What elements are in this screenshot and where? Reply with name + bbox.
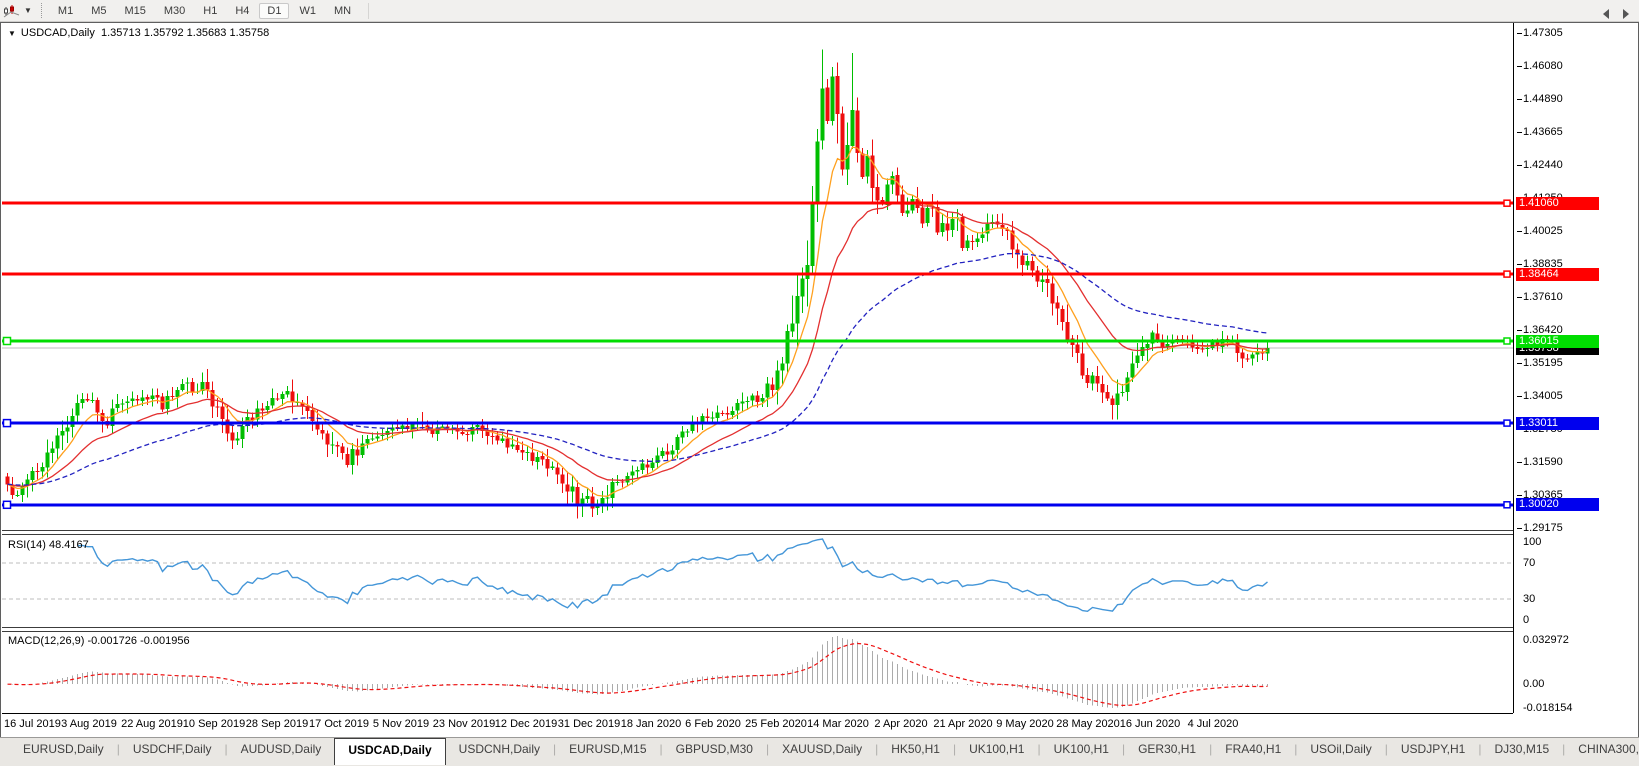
chart-tab-dj30[interactable]: DJ30,M15: [1481, 738, 1562, 764]
date-label: 18 Jan 2020: [621, 718, 682, 730]
pane-separator[interactable]: [2, 534, 1513, 535]
macd-scale-top: 0.032972: [1523, 634, 1569, 646]
date-label: 12 Dec 2019: [495, 718, 557, 730]
chart-title-symbol: USDCAD,Daily: [21, 27, 95, 39]
date-label: 31 Dec 2019: [558, 718, 620, 730]
toolbar-grip: [41, 3, 42, 18]
timeframe-button-h1[interactable]: H1: [195, 3, 225, 19]
hline-price-label: 1.30020: [1516, 498, 1599, 511]
date-label: 6 Feb 2020: [685, 718, 741, 730]
chart-tool-button[interactable]: ▼: [3, 4, 32, 18]
timeframe-button-h4[interactable]: H4: [227, 3, 257, 19]
date-label: 9 May 2020: [996, 718, 1053, 730]
date-label: 17 Oct 2019: [309, 718, 369, 730]
chart-tab-hk50[interactable]: HK50,H1: [878, 738, 953, 764]
toolbar-separator: [368, 3, 369, 19]
date-label: 4 Jul 2020: [1188, 718, 1239, 730]
timeframe-button-w1[interactable]: W1: [291, 3, 324, 19]
candlestick-chart-icon: [3, 4, 21, 18]
date-label: 16 Jul 2019: [4, 718, 61, 730]
chart-tab-usoil[interactable]: USOil,Daily: [1297, 738, 1384, 764]
price-tick: 1.43665: [1523, 126, 1563, 138]
chart-tab-eurusd[interactable]: EURUSD,M15: [556, 738, 659, 764]
macd-scale-bottom: -0.018154: [1523, 702, 1573, 714]
hline-price-label: 1.38464: [1516, 268, 1599, 281]
date-label: 21 Apr 2020: [933, 718, 992, 730]
rsi-scale-label: 100: [1523, 536, 1541, 548]
pane-separator[interactable]: [2, 530, 1513, 531]
chart-tab-eurusd[interactable]: EURUSD,Daily: [10, 738, 117, 764]
date-label: 25 Feb 2020: [745, 718, 807, 730]
date-label: 2 Apr 2020: [874, 718, 927, 730]
rsi-scale-label: 30: [1523, 593, 1535, 605]
timeframe-button-m1[interactable]: M1: [50, 3, 81, 19]
timeframe-button-d1[interactable]: D1: [259, 3, 289, 19]
rsi-pane-canvas[interactable]: [2, 536, 1513, 626]
date-label: 28 May 2020: [1056, 718, 1120, 730]
price-tick: 1.37610: [1523, 291, 1563, 303]
price-tick: 1.35195: [1523, 357, 1563, 369]
chart-tab-fra40[interactable]: FRA40,H1: [1212, 738, 1294, 764]
macd-label: MACD(12,26,9) -0.001726 -0.001956: [8, 635, 190, 647]
date-label: 5 Nov 2019: [373, 718, 429, 730]
chart-tab-usdjpy[interactable]: USDJPY,H1: [1388, 738, 1478, 764]
timeframe-buttons: M1M5M15M30H1H4D1W1MN: [49, 3, 360, 19]
chart-tab-uk100[interactable]: UK100,H1: [1041, 738, 1122, 764]
chart-tab-usdcad[interactable]: USDCAD,Daily: [334, 738, 445, 765]
rsi-label: RSI(14) 48.4167: [8, 539, 89, 551]
date-label: 3 Aug 2019: [61, 718, 117, 730]
price-tick: 1.40025: [1523, 225, 1563, 237]
chart-tab-audusd[interactable]: AUDUSD,Daily: [228, 738, 335, 764]
price-tick: 1.46080: [1523, 60, 1563, 72]
timeframe-button-m15[interactable]: M15: [116, 3, 153, 19]
date-label: 14 Mar 2020: [807, 718, 869, 730]
chart-tab-uk100[interactable]: UK100,H1: [956, 738, 1037, 764]
price-axis: 1.473051.460801.448901.436651.424401.412…: [1514, 23, 1638, 737]
macd-pane-canvas[interactable]: [2, 632, 1513, 713]
rsi-scale-label: 70: [1523, 557, 1535, 569]
scroll-right-icon[interactable]: [1623, 9, 1629, 19]
chevron-down-icon[interactable]: ▼: [24, 6, 32, 15]
chart-tab-ger30[interactable]: GER30,H1: [1125, 738, 1209, 764]
collapse-arrow-icon[interactable]: ▼: [8, 29, 16, 38]
hline-price-label: 1.36015: [1516, 335, 1599, 348]
date-label: 23 Nov 2019: [433, 718, 495, 730]
chart-tab-xauusd[interactable]: XAUUSD,Daily: [769, 738, 875, 764]
date-label: 22 Aug 2019: [121, 718, 183, 730]
scroll-left-icon[interactable]: [1603, 9, 1609, 19]
rsi-scale-label: 0: [1523, 614, 1529, 626]
price-tick: 1.44890: [1523, 93, 1563, 105]
chart-tab-usdchf[interactable]: USDCHF,Daily: [120, 738, 225, 764]
price-tick: 1.47305: [1523, 27, 1563, 39]
chart-tab-gbpusd[interactable]: GBPUSD,M30: [663, 738, 766, 764]
tab-scroll-buttons: [1603, 9, 1629, 19]
time-axis: 16 Jul 20193 Aug 2019 22 Aug 201910 Sep 2…: [2, 714, 1513, 737]
chart-title: ▼ USDCAD,Daily 1.35713 1.35792 1.35683 1…: [8, 27, 269, 39]
timeframe-button-mn[interactable]: MN: [326, 3, 359, 19]
date-label: 16 Jun 2020: [1120, 718, 1181, 730]
date-label: 28 Sep 2019: [246, 718, 308, 730]
macd-scale-zero: 0.00: [1523, 678, 1544, 690]
timeframe-button-m5[interactable]: M5: [83, 3, 114, 19]
price-tick: 1.31590: [1523, 456, 1563, 468]
chart-tab-usdcnh[interactable]: USDCNH,Daily: [446, 738, 553, 764]
main-chart-canvas[interactable]: [2, 24, 1513, 529]
chart-title-ohlc: 1.35713 1.35792 1.35683 1.35758: [95, 27, 269, 39]
chart-window: ▼ USDCAD,Daily 1.35713 1.35792 1.35683 1…: [0, 22, 1639, 737]
price-tick: 1.34005: [1523, 390, 1563, 402]
price-tick: 1.29175: [1523, 522, 1563, 534]
price-tick: 1.42440: [1523, 159, 1563, 171]
chart-tab-china300[interactable]: CHINA300,H4: [1565, 738, 1639, 764]
hline-price-label: 1.33011: [1516, 417, 1599, 430]
hline-price-label: 1.41060: [1516, 197, 1599, 210]
pane-separator[interactable]: [2, 627, 1513, 628]
date-label: 10 Sep 2019: [183, 718, 245, 730]
chart-tab-bar: EURUSD,Daily|USDCHF,Daily|AUDUSD,DailyUS…: [0, 737, 1639, 766]
timeframe-toolbar: ▼ M1M5M15M30H1H4D1W1MN: [0, 0, 1639, 22]
timeframe-button-m30[interactable]: M30: [156, 3, 193, 19]
